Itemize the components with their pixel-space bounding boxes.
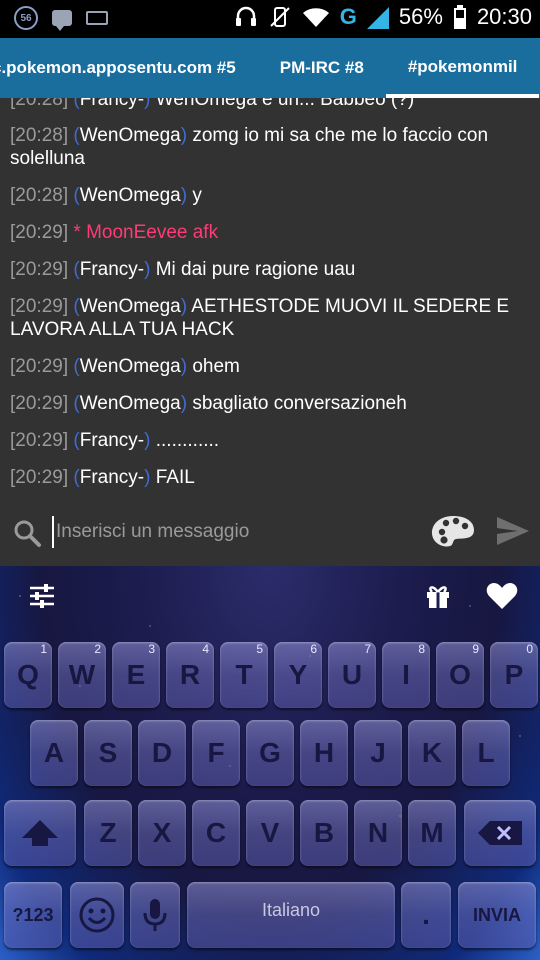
- key-o[interactable]: 9O: [436, 642, 484, 708]
- mic-key[interactable]: [130, 882, 180, 948]
- key-n[interactable]: N: [354, 800, 402, 866]
- status-bar: 56 G 56% 20:30: [0, 0, 540, 38]
- key-d[interactable]: D: [138, 720, 186, 786]
- symbols-key[interactable]: ?123: [4, 882, 62, 948]
- message-row: [20:29] (Francy-) FAIL: [10, 467, 195, 488]
- battery-percent: 56%: [398, 4, 443, 29]
- space-key[interactable]: Italiano: [187, 882, 395, 948]
- period-key[interactable]: .: [401, 882, 451, 948]
- settings-sliders-icon[interactable]: [28, 582, 56, 610]
- key-h[interactable]: H: [300, 720, 348, 786]
- heart-icon[interactable]: [486, 582, 518, 610]
- key-k[interactable]: K: [408, 720, 456, 786]
- message-row: [20:29] (WenOmega) sbagliato conversazio…: [10, 393, 407, 414]
- message-row: [20:29] (Francy-) ............: [10, 430, 220, 451]
- key-t[interactable]: 5T: [220, 642, 268, 708]
- key-f[interactable]: F: [192, 720, 240, 786]
- message-list[interactable]: [20:28] (Francy-) WenOmega è un... Babbe…: [0, 98, 540, 500]
- key-s[interactable]: S: [84, 720, 132, 786]
- message-row: [20:29] * MoonEevee afk: [10, 222, 219, 243]
- key-i[interactable]: 8I: [382, 642, 430, 708]
- key-z[interactable]: Z: [84, 800, 132, 866]
- message-row: [20:28] (WenOmega) zomg io mi sa che me …: [10, 125, 489, 169]
- tab-pm-irc[interactable]: PM-IRC #8: [258, 38, 386, 98]
- key-x[interactable]: X: [138, 800, 186, 866]
- key-c[interactable]: C: [192, 800, 240, 866]
- search-icon[interactable]: [12, 518, 42, 548]
- emoji-key[interactable]: [70, 882, 124, 948]
- key-w[interactable]: 2W: [58, 642, 106, 708]
- keyboard-icon: [86, 11, 108, 25]
- key-a[interactable]: A: [30, 720, 78, 786]
- backspace-icon: [478, 821, 522, 845]
- chat-icon: [52, 10, 72, 31]
- key-l[interactable]: L: [462, 720, 510, 786]
- key-j[interactable]: J: [354, 720, 402, 786]
- send-key[interactable]: INVIA: [458, 882, 536, 948]
- backspace-key[interactable]: [464, 800, 536, 866]
- signal-icon: [366, 7, 389, 29]
- microphone-icon: [143, 899, 167, 931]
- key-e[interactable]: 3E: [112, 642, 160, 708]
- key-u[interactable]: 7U: [328, 642, 376, 708]
- key-q[interactable]: 1Q: [4, 642, 52, 708]
- wifi-icon: [302, 8, 329, 27]
- network-type: G: [339, 4, 357, 29]
- message-row: [20:29] (WenOmega) ohem: [10, 356, 240, 377]
- message-row: [20:28] (Francy-) WenOmega è un... Babbe…: [10, 98, 415, 110]
- headset-icon: [235, 6, 256, 26]
- message-input-bar: [0, 500, 540, 566]
- message-row: [20:28] (WenOmega) y: [10, 185, 202, 206]
- clock: 20:30: [476, 4, 532, 29]
- tab-pokemonmil[interactable]: #pokemonmil: [385, 38, 540, 98]
- smiley-icon: [79, 897, 115, 933]
- key-g[interactable]: G: [246, 720, 294, 786]
- key-p[interactable]: 0P: [490, 642, 538, 708]
- tab-apposentu[interactable]: c.pokemon.apposentu.com #5: [0, 38, 258, 98]
- soft-keyboard: 1Q 2W 3E 4R 5T 6Y 7U 8I 9O 0P A S D F G …: [0, 566, 540, 960]
- gift-icon[interactable]: [424, 582, 452, 610]
- shift-arrow-icon: [22, 820, 58, 846]
- vibrate-off-icon: [270, 7, 290, 27]
- notification-56-icon: 56: [14, 6, 38, 30]
- message-row: [20:29] (WenOmega) AETHESTODE MUOVI IL S…: [10, 296, 510, 340]
- message-input[interactable]: [52, 516, 412, 548]
- key-v[interactable]: V: [246, 800, 294, 866]
- key-m[interactable]: M: [408, 800, 456, 866]
- key-r[interactable]: 4R: [166, 642, 214, 708]
- message-row: [20:29] (Francy-) Mi dai pure ragione ua…: [10, 259, 356, 280]
- shift-key[interactable]: [4, 800, 76, 866]
- channel-tabs: c.pokemon.apposentu.com #5 PM-IRC #8 #po…: [0, 38, 540, 98]
- send-icon[interactable]: [496, 516, 530, 546]
- key-y[interactable]: 6Y: [274, 642, 322, 708]
- palette-icon[interactable]: [430, 514, 476, 550]
- battery-icon: [453, 5, 466, 29]
- key-b[interactable]: B: [300, 800, 348, 866]
